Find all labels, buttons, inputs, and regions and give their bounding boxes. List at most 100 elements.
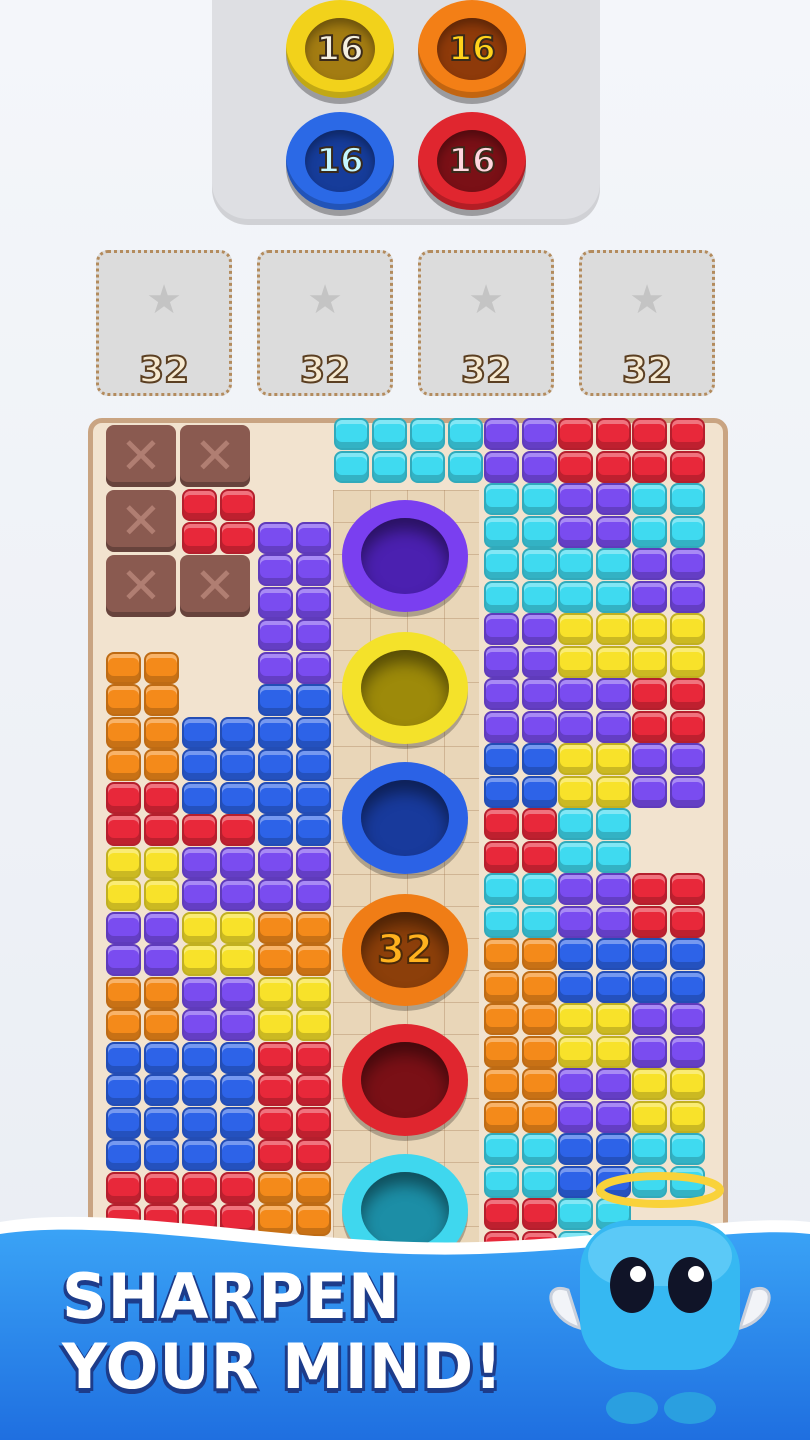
hole-2[interactable]: [342, 632, 468, 744]
block[interactable]: [558, 645, 593, 678]
block[interactable]: [182, 1171, 217, 1204]
block[interactable]: [484, 645, 519, 678]
block[interactable]: [558, 710, 593, 743]
block[interactable]: [596, 1003, 631, 1035]
block[interactable]: [670, 580, 705, 613]
block[interactable]: [670, 613, 705, 645]
block[interactable]: [296, 944, 331, 976]
block[interactable]: [410, 450, 445, 483]
block[interactable]: [182, 1139, 217, 1171]
block[interactable]: [182, 521, 217, 554]
block[interactable]: [522, 418, 557, 450]
block[interactable]: [106, 1074, 141, 1106]
block[interactable]: [258, 684, 293, 716]
block[interactable]: [296, 651, 331, 684]
block[interactable]: [410, 418, 445, 450]
block[interactable]: [484, 743, 519, 775]
block[interactable]: [296, 749, 331, 781]
block[interactable]: [670, 450, 705, 483]
block[interactable]: [258, 1074, 293, 1106]
block[interactable]: [448, 418, 483, 450]
block[interactable]: [258, 1171, 293, 1204]
block[interactable]: [484, 840, 519, 873]
block[interactable]: [596, 840, 631, 873]
block[interactable]: [558, 1100, 593, 1133]
block[interactable]: [258, 1009, 293, 1041]
block[interactable]: [484, 613, 519, 645]
block[interactable]: [522, 1003, 557, 1035]
block[interactable]: [258, 814, 293, 846]
block[interactable]: [144, 1074, 179, 1106]
block[interactable]: [558, 613, 593, 645]
block[interactable]: [106, 976, 141, 1009]
block[interactable]: [670, 743, 705, 775]
block[interactable]: [670, 710, 705, 743]
block[interactable]: [484, 970, 519, 1003]
block[interactable]: [522, 515, 557, 548]
block[interactable]: [596, 873, 631, 905]
block[interactable]: [632, 873, 667, 905]
block[interactable]: [144, 749, 179, 781]
block[interactable]: [106, 814, 141, 846]
block[interactable]: [258, 619, 293, 651]
block[interactable]: [296, 814, 331, 846]
block[interactable]: [596, 808, 631, 840]
block[interactable]: [334, 450, 369, 483]
block[interactable]: [296, 1106, 331, 1139]
block[interactable]: [296, 1171, 331, 1204]
block[interactable]: [296, 781, 331, 814]
block[interactable]: [558, 450, 593, 483]
block[interactable]: [632, 483, 667, 515]
block[interactable]: [632, 1003, 667, 1035]
block[interactable]: [484, 1165, 519, 1198]
block[interactable]: [182, 814, 217, 846]
block[interactable]: [670, 775, 705, 808]
block[interactable]: [558, 418, 593, 450]
block[interactable]: [106, 716, 141, 749]
block[interactable]: [296, 1139, 331, 1171]
block[interactable]: [632, 743, 667, 775]
block[interactable]: [558, 840, 593, 873]
block[interactable]: [144, 651, 179, 684]
block[interactable]: [144, 944, 179, 976]
block[interactable]: [106, 781, 141, 814]
block[interactable]: [596, 743, 631, 775]
block[interactable]: [106, 879, 141, 911]
block[interactable]: [144, 1106, 179, 1139]
block[interactable]: [220, 1041, 255, 1074]
block[interactable]: [258, 554, 293, 586]
block[interactable]: [220, 1139, 255, 1171]
block[interactable]: [596, 775, 631, 808]
block[interactable]: [182, 944, 217, 976]
block[interactable]: [522, 743, 557, 775]
block[interactable]: [296, 716, 331, 749]
block[interactable]: [596, 1035, 631, 1068]
block[interactable]: [106, 846, 141, 879]
block[interactable]: [182, 1009, 217, 1041]
block[interactable]: [220, 814, 255, 846]
block[interactable]: [106, 1171, 141, 1204]
block[interactable]: [670, 645, 705, 678]
block[interactable]: [522, 710, 557, 743]
block[interactable]: [220, 879, 255, 911]
block[interactable]: [484, 710, 519, 743]
block[interactable]: [596, 678, 631, 710]
block[interactable]: [296, 554, 331, 586]
block[interactable]: [106, 1041, 141, 1074]
block[interactable]: [220, 911, 255, 944]
block[interactable]: [372, 418, 407, 450]
block[interactable]: [182, 716, 217, 749]
block[interactable]: [558, 515, 593, 548]
block[interactable]: [106, 1106, 141, 1139]
hole-1[interactable]: [342, 500, 468, 612]
block[interactable]: [484, 873, 519, 905]
block[interactable]: [558, 678, 593, 710]
block[interactable]: [144, 1041, 179, 1074]
block[interactable]: [522, 613, 557, 645]
block[interactable]: [220, 944, 255, 976]
block[interactable]: [220, 1009, 255, 1041]
block[interactable]: [522, 873, 557, 905]
block[interactable]: [296, 619, 331, 651]
block[interactable]: [258, 944, 293, 976]
block[interactable]: [182, 749, 217, 781]
